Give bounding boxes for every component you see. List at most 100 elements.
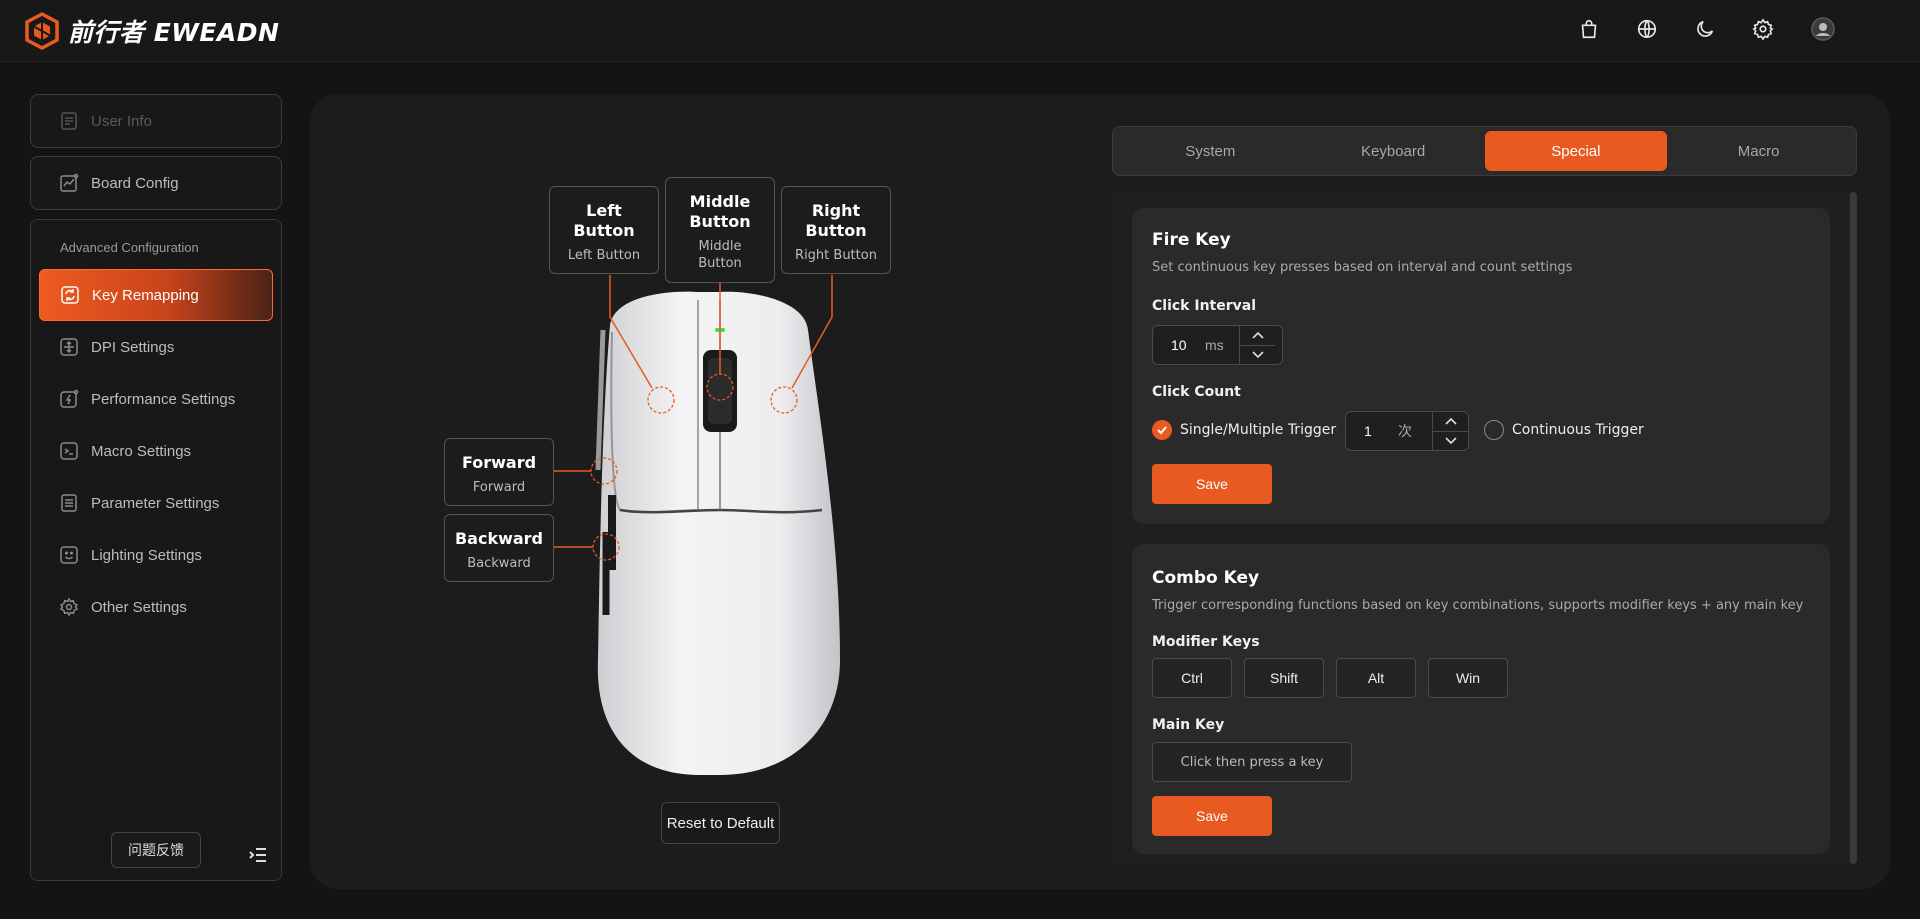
callout-title: Button <box>805 221 867 240</box>
board-config-box: Board Config <box>30 156 282 210</box>
callout-title: Middle <box>689 192 751 211</box>
logo-icon <box>25 12 59 50</box>
card-description: Trigger corresponding functions based on… <box>1152 598 1804 613</box>
modifier-win-button[interactable]: Win <box>1428 658 1508 698</box>
left-button-callout[interactable]: Left Button Left Button <box>549 186 659 274</box>
gear-icon[interactable] <box>1751 17 1775 41</box>
sidebar-item-label: User Info <box>91 112 152 130</box>
modifier-shift-button[interactable]: Shift <box>1244 658 1324 698</box>
modifier-alt-button[interactable]: Alt <box>1336 658 1416 698</box>
callout-title: Left <box>586 201 622 220</box>
callout-title: Forward <box>461 453 537 472</box>
gear-icon <box>59 597 79 617</box>
document-icon <box>59 111 79 131</box>
callout-title: Right <box>811 201 861 220</box>
dpi-icon <box>59 337 79 357</box>
sidebar-item-label: Performance Settings <box>91 390 236 408</box>
combo-key-save-button[interactable]: Save <box>1152 796 1272 836</box>
single-multiple-trigger-option[interactable]: Single/Multiple Trigger <box>1152 420 1336 440</box>
callout-subtitle: Middle <box>698 239 742 254</box>
right-button-callout[interactable]: Right Button Right Button <box>781 186 891 274</box>
forward-button-callout[interactable]: Forward Forward <box>444 438 554 506</box>
sidebar-item-board-config[interactable]: Board Config <box>31 157 281 209</box>
click-interval-stepper[interactable]: 10 ms <box>1152 325 1283 365</box>
user-info-box: User Info <box>30 94 282 148</box>
sidebar-item-dpi-settings[interactable]: DPI Settings <box>31 321 281 373</box>
terminal-icon <box>59 441 79 461</box>
click-count-value[interactable]: 1 <box>1346 412 1390 450</box>
callout-subtitle: Button <box>698 256 742 271</box>
list-icon <box>59 493 79 513</box>
modifier-keys-label: Modifier Keys <box>1152 634 1260 650</box>
sidebar-item-label: Macro Settings <box>91 442 192 460</box>
option-label: Continuous Trigger <box>1512 422 1644 438</box>
refresh-square-icon <box>60 285 80 305</box>
modifier-ctrl-button[interactable]: Ctrl <box>1152 658 1232 698</box>
main-key-label: Main Key <box>1152 717 1225 733</box>
tab-macro[interactable]: Macro <box>1667 131 1850 171</box>
click-interval-value[interactable]: 10 <box>1153 326 1201 364</box>
click-interval-label: Click Interval <box>1152 298 1256 314</box>
check-icon[interactable] <box>1152 420 1172 440</box>
shopping-bag-icon[interactable] <box>1577 17 1601 41</box>
callout-title: Backward <box>454 529 544 548</box>
middle-button-callout[interactable]: Middle Button Middle Button <box>665 177 775 283</box>
lightning-icon <box>59 389 79 409</box>
tab-special[interactable]: Special <box>1484 131 1668 171</box>
smile-icon <box>59 545 79 565</box>
option-label: Single/Multiple Trigger <box>1180 422 1337 438</box>
chevron-up-icon[interactable] <box>1240 326 1275 345</box>
sidebar-item-label: Key Remapping <box>92 286 199 304</box>
radio-icon[interactable] <box>1484 420 1504 440</box>
chevron-down-icon[interactable] <box>1240 344 1275 365</box>
sidebar-item-lighting-settings[interactable]: Lighting Settings <box>31 529 281 581</box>
top-bar: 前行者 EWEADN <box>0 0 1920 62</box>
sidebar-item-label: Parameter Settings <box>91 494 220 512</box>
callout-title: Button <box>573 221 635 240</box>
fire-key-save-button[interactable]: Save <box>1152 464 1272 504</box>
sidebar-item-parameter-settings[interactable]: Parameter Settings <box>31 477 281 529</box>
backward-button-callout[interactable]: Backward Backward <box>444 514 554 582</box>
section-label: Advanced Configuration <box>60 240 199 255</box>
globe-icon[interactable] <box>1635 17 1659 41</box>
reset-to-default-button[interactable]: Reset to Default <box>661 802 780 844</box>
callout-subtitle: Right Button <box>795 248 877 263</box>
sidebar-item-key-remapping[interactable]: Key Remapping <box>39 269 273 321</box>
feedback-button[interactable]: 问题反馈 <box>111 832 201 868</box>
main-key-input[interactable]: Click then press a key <box>1152 742 1352 782</box>
modifier-keys-group: Ctrl Shift Alt Win <box>1152 658 1508 698</box>
card-description: Set continuous key presses based on inte… <box>1152 260 1573 275</box>
chevron-up-icon[interactable] <box>1433 412 1468 431</box>
brand-name: 前行者 EWEADN <box>68 18 280 47</box>
advanced-config-box: Advanced Configuration Key Remapping DPI… <box>30 219 282 881</box>
mouse-illustration <box>554 275 840 775</box>
scrollbar[interactable] <box>1850 192 1857 864</box>
sidebar-item-performance-settings[interactable]: Performance Settings <box>31 373 281 425</box>
callout-subtitle: Backward <box>467 556 531 571</box>
chevron-down-icon[interactable] <box>1433 430 1468 451</box>
sidebar-item-label: Lighting Settings <box>91 546 202 564</box>
tab-system[interactable]: System <box>1119 131 1302 171</box>
sidebar-item-label: Other Settings <box>91 598 187 616</box>
user-avatar-icon[interactable] <box>1811 17 1835 41</box>
callout-subtitle: Forward <box>472 480 526 495</box>
sidebar-item-user-info[interactable]: User Info <box>31 95 281 147</box>
combo-key-card: Combo Key Trigger corresponding function… <box>1132 544 1830 854</box>
card-title: Fire Key <box>1152 230 1231 250</box>
sidebar-item-other-settings[interactable]: Other Settings <box>31 581 281 633</box>
callout-subtitle: Left Button <box>567 248 641 263</box>
sidebar-item-label: DPI Settings <box>91 338 175 356</box>
chart-icon <box>59 173 79 193</box>
tab-bar: System Keyboard Special Macro <box>1112 126 1857 176</box>
fire-key-card: Fire Key Set continuous key presses base… <box>1132 208 1830 524</box>
tab-keyboard[interactable]: Keyboard <box>1302 131 1485 171</box>
click-count-stepper[interactable]: 1 次 <box>1345 411 1469 451</box>
callout-title: Button <box>689 212 751 231</box>
brand-logo[interactable]: 前行者 EWEADN <box>24 12 279 50</box>
sidebar-item-macro-settings[interactable]: Macro Settings <box>31 425 281 477</box>
continuous-trigger-option[interactable]: Continuous Trigger <box>1484 420 1644 440</box>
collapse-sidebar-icon[interactable] <box>247 844 269 866</box>
moon-icon[interactable] <box>1693 17 1717 41</box>
card-title: Combo Key <box>1152 568 1260 588</box>
click-count-label: Click Count <box>1152 384 1241 400</box>
